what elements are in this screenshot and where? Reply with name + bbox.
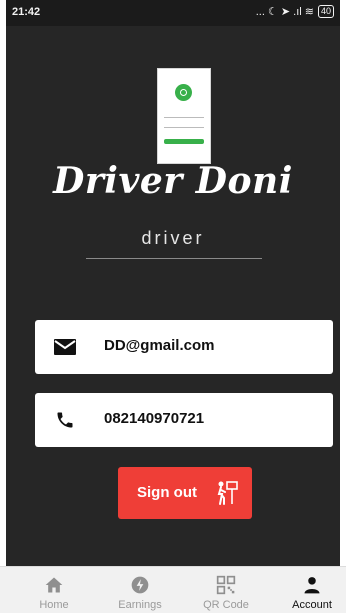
nav-item-qr-code[interactable]: QR Code — [183, 567, 269, 613]
nav-item-account[interactable]: Account — [269, 567, 346, 613]
login-screen-thumbnail — [157, 68, 211, 164]
status-bar: 21:42 ... ☾ ➤ .ıl ≋ 40 — [6, 0, 340, 26]
nav-item-earnings[interactable]: Earnings — [97, 567, 183, 613]
qr-code-icon — [216, 575, 236, 595]
account-icon — [304, 577, 320, 594]
phone-icon — [57, 412, 73, 428]
thumbnail-button — [164, 139, 204, 144]
driver-role: driver — [141, 228, 205, 248]
earnings-icon — [131, 576, 149, 594]
email-card: DD@gmail.com — [35, 320, 333, 374]
exit-sign-icon — [217, 481, 238, 505]
nav-item-home[interactable]: Home — [11, 567, 97, 613]
thumbnail-field — [164, 127, 204, 128]
app-logo-icon — [175, 84, 192, 101]
mail-icon — [54, 339, 76, 355]
nav-label-qr-code: QR Code — [203, 599, 249, 611]
nav-label-earnings: Earnings — [118, 599, 162, 611]
app-screen: 21:42 ... ☾ ➤ .ıl ≋ 40 Driver Doni drive… — [6, 0, 340, 612]
bottom-navigation: Home Earnings QR Code Account — [0, 566, 346, 613]
sign-out-label: Sign out — [137, 484, 197, 501]
home-icon — [45, 577, 63, 593]
phone-text: 082140970721 — [104, 410, 205, 427]
status-indicators: ... ☾ ➤ .ıl ≋ — [255, 6, 314, 18]
sign-out-button[interactable]: Sign out — [118, 467, 252, 519]
thumbnail-field — [164, 117, 204, 118]
nav-label-home: Home — [39, 599, 69, 611]
email-text: DD@gmail.com — [104, 337, 215, 354]
divider — [86, 258, 262, 259]
nav-label-account: Account — [292, 599, 332, 611]
status-icons: ... ☾ ➤ .ıl ≋ 40 — [256, 5, 334, 18]
driver-name: Driver Doni — [53, 160, 293, 202]
status-time: 21:42 — [12, 6, 41, 18]
battery-icon: 40 — [317, 5, 334, 18]
phone-card: 082140970721 — [35, 393, 333, 447]
